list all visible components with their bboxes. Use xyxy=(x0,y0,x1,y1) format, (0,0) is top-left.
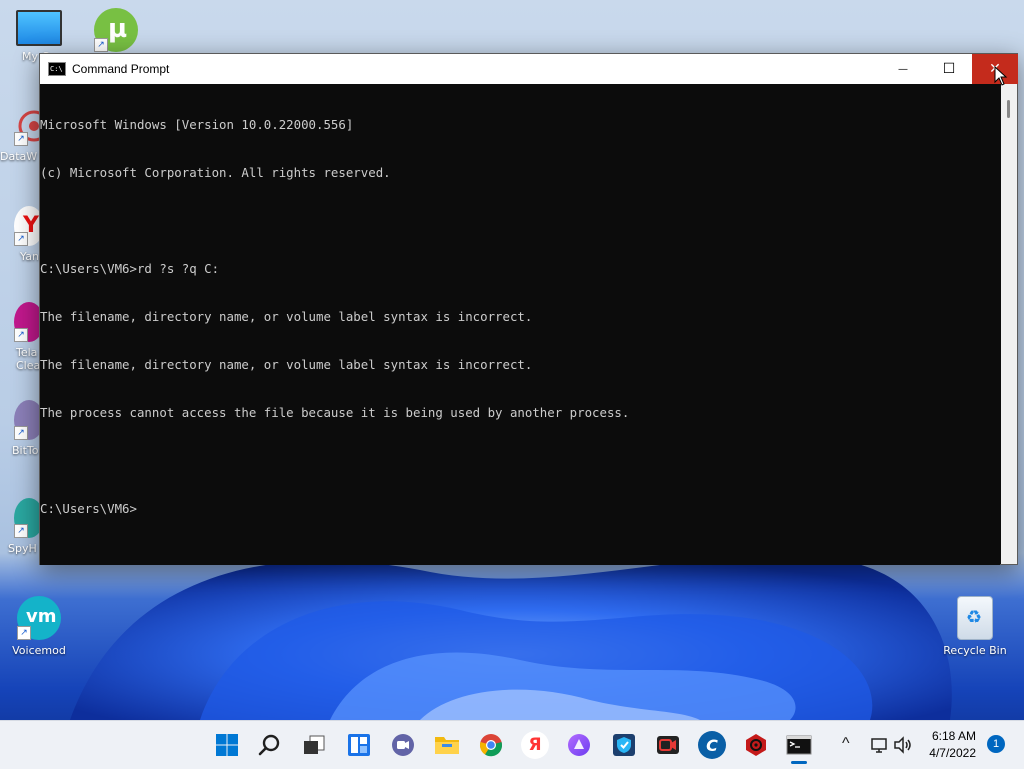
spyhunter-tray-button[interactable] xyxy=(742,731,770,759)
desktop-wallpaper xyxy=(0,540,1024,720)
teams-chat-button[interactable] xyxy=(389,731,417,759)
recycle-bin-icon: ♻ xyxy=(957,596,993,640)
shield-icon xyxy=(613,734,635,756)
clock-time[interactable]: 6:18 AM xyxy=(920,729,976,743)
scrollbar-thumb[interactable] xyxy=(1007,100,1010,118)
notification-badge[interactable]: 1 xyxy=(987,735,1005,753)
desktop-icon-voicemod[interactable]: vm ↗ Voicemod xyxy=(9,596,69,657)
maximize-icon: ☐ xyxy=(942,61,956,77)
mouse-cursor-icon xyxy=(994,66,1008,86)
tray-overflow-chevron[interactable]: ^ xyxy=(842,735,850,753)
desktop-icon-label: Recycle Bin xyxy=(943,644,1007,657)
voicemod-icon: vm ↗ xyxy=(17,596,61,640)
shortcut-arrow-icon: ↗ xyxy=(94,38,108,52)
console-line: The process cannot access the file becau… xyxy=(40,405,630,420)
search-icon xyxy=(258,734,280,756)
console-line: Microsoft Windows [Version 10.0.22000.55… xyxy=(40,117,354,132)
desktop-icon-label: Tela Clea xyxy=(16,346,41,372)
shortcut-arrow-icon: ↗ xyxy=(17,626,31,640)
desktop-icon-utorrent[interactable]: µ ↗ xyxy=(86,8,146,56)
taskbar: Я C ^ 6:18 AM 4/7/2022 xyxy=(0,720,1024,769)
minimize-button[interactable]: — xyxy=(880,54,926,84)
chrome-button[interactable] xyxy=(477,731,505,759)
active-app-indicator xyxy=(791,761,807,764)
shortcut-arrow-icon: ↗ xyxy=(14,426,28,440)
console-scrollbar[interactable] xyxy=(1001,84,1017,564)
shortcut-arrow-icon: ↗ xyxy=(14,328,28,342)
window-titlebar[interactable]: C:\ Command Prompt — ☐ ✕ xyxy=(40,54,1018,84)
screen-recorder-button[interactable] xyxy=(654,731,682,759)
console-line: (c) Microsoft Corporation. All rights re… xyxy=(40,165,391,180)
command-prompt-window[interactable]: C:\ Command Prompt — ☐ ✕ Microsoft Windo… xyxy=(39,53,1018,565)
console-line: The filename, directory name, or volume … xyxy=(40,309,533,324)
ccleaner-icon: C xyxy=(706,735,718,755)
screen-recorder-icon xyxy=(657,736,679,754)
shortcut-arrow-icon: ↗ xyxy=(14,132,28,146)
spyhunter-icon xyxy=(746,734,766,756)
video-chat-icon xyxy=(392,734,414,756)
start-button[interactable] xyxy=(213,731,241,759)
console-line: The filename, directory name, or volume … xyxy=(40,357,533,372)
maximize-button[interactable]: ☐ xyxy=(926,54,972,84)
command-prompt-taskbar-button[interactable] xyxy=(785,731,813,759)
alice-icon xyxy=(568,734,590,756)
minimize-icon: — xyxy=(898,63,908,75)
console-output[interactable]: Microsoft Windows [Version 10.0.22000.55… xyxy=(40,84,1000,565)
task-view-icon xyxy=(304,735,325,754)
chrome-icon xyxy=(479,734,503,757)
network-icon[interactable] xyxy=(870,735,890,755)
windows-logo-icon xyxy=(216,734,238,756)
yandex-browser-button[interactable]: Я xyxy=(521,731,549,759)
clock-date[interactable]: 4/7/2022 xyxy=(920,746,976,760)
desktop-icon-recycle-bin[interactable]: ♻ Recycle Bin xyxy=(940,596,1010,657)
folder-icon xyxy=(435,737,459,754)
widgets-icon xyxy=(348,734,370,756)
shortcut-arrow-icon: ↗ xyxy=(14,524,28,538)
monitor-icon xyxy=(16,10,62,46)
vpn-button[interactable] xyxy=(610,731,638,759)
yandex-browser-icon: Я xyxy=(528,735,542,755)
console-line: C:\Users\VM6>rd ?s ?q C: xyxy=(40,261,220,276)
desktop-icon-label: Voicemod xyxy=(12,644,66,657)
utorrent-icon: µ ↗ xyxy=(94,8,138,52)
console-prompt-line[interactable]: C:\Users\VM6> xyxy=(40,501,1000,517)
task-view-button[interactable] xyxy=(300,731,328,759)
search-button[interactable] xyxy=(256,731,284,759)
command-prompt-icon xyxy=(786,735,812,755)
command-prompt-icon: C:\ xyxy=(48,62,66,76)
file-explorer-button[interactable] xyxy=(433,731,461,759)
volume-icon[interactable] xyxy=(893,735,913,755)
widgets-button[interactable] xyxy=(345,731,373,759)
ccleaner-button[interactable]: C xyxy=(698,731,726,759)
alice-button[interactable] xyxy=(565,731,593,759)
window-title: Command Prompt xyxy=(72,62,170,76)
shortcut-arrow-icon: ↗ xyxy=(14,232,28,246)
